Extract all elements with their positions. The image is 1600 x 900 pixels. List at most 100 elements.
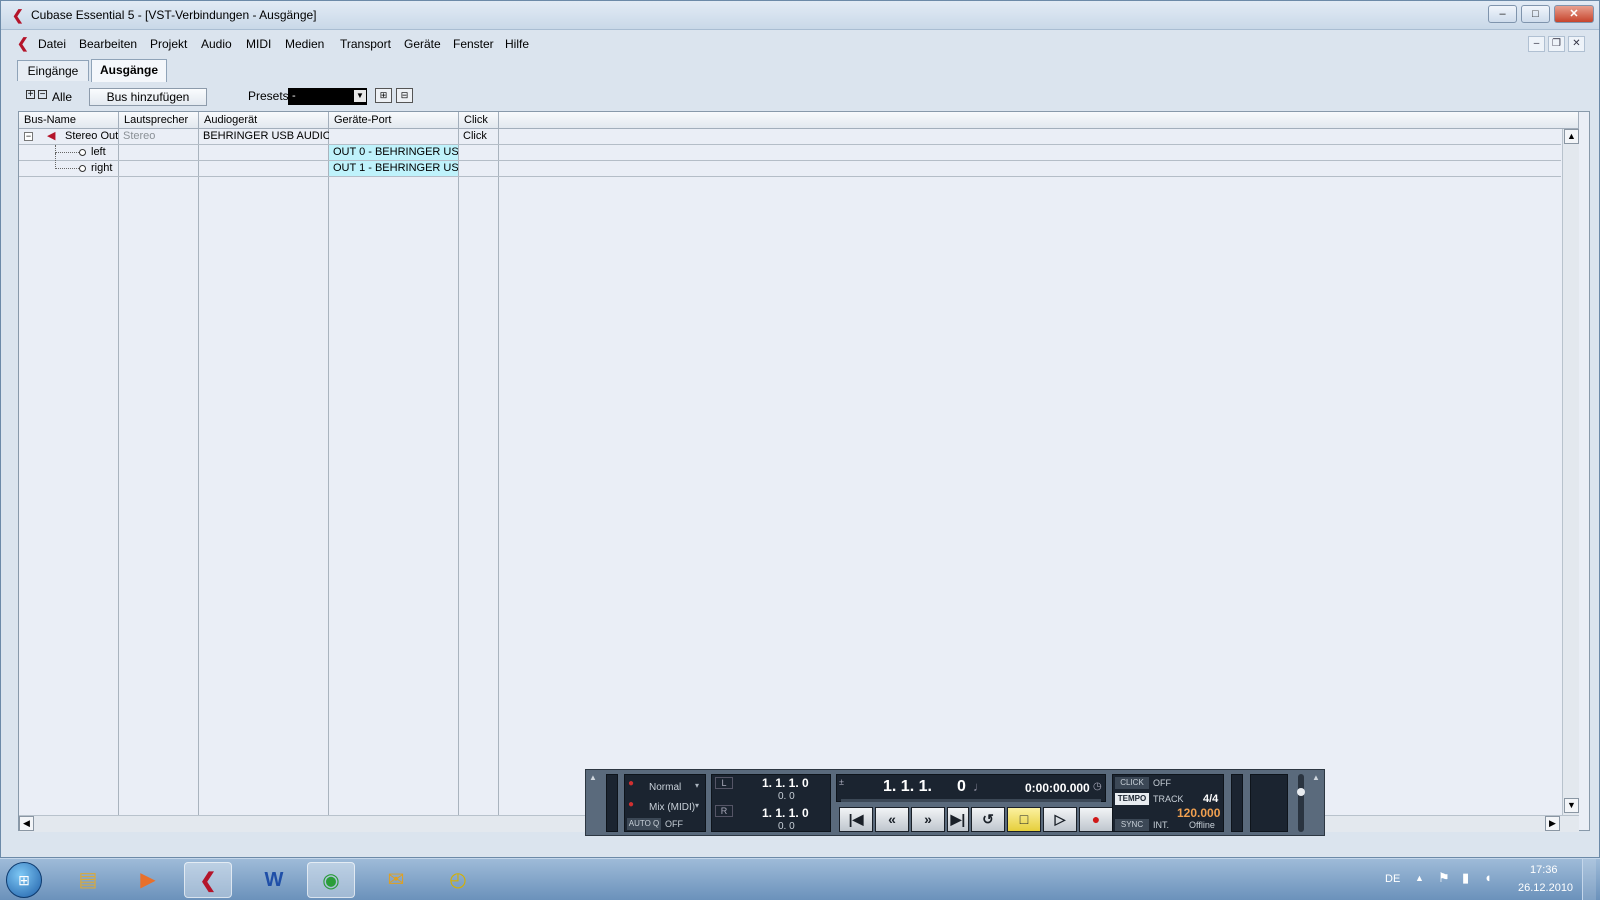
expand-all-icon[interactable]: + bbox=[26, 90, 35, 100]
column-header-bus-name[interactable]: Bus-Name bbox=[19, 112, 119, 129]
volume-icon[interactable]: ◖ bbox=[1484, 870, 1492, 885]
cycle-button[interactable]: ↺ bbox=[971, 807, 1005, 832]
autoq-label[interactable]: AUTO Q bbox=[627, 818, 661, 830]
time-display[interactable]: 0:00:00.000 bbox=[1025, 781, 1090, 795]
column-header-audio-device[interactable]: Audiogerät bbox=[199, 112, 329, 129]
bus-name-cell[interactable]: left bbox=[87, 145, 119, 160]
panel-expand-icon[interactable]: ▲ bbox=[1312, 773, 1320, 782]
chevron-down-icon[interactable]: ▾ bbox=[695, 781, 699, 790]
left-locator-icon[interactable]: L bbox=[715, 777, 733, 789]
tab-eingaenge[interactable]: Eingänge bbox=[17, 60, 89, 81]
column-header-click[interactable]: Click bbox=[459, 112, 499, 129]
table-row-stereo-out[interactable]: − ◀ Stereo Out Stereo BEHRINGER USB AUDI… bbox=[19, 129, 1561, 145]
record-button[interactable]: ● bbox=[1079, 807, 1113, 832]
add-bus-button[interactable]: Bus hinzufügen bbox=[89, 88, 207, 106]
media-player-taskbar-icon[interactable]: ▶ bbox=[124, 862, 172, 898]
menu-medien[interactable]: Medien bbox=[285, 37, 324, 51]
messenger-taskbar-icon[interactable]: ✉ bbox=[372, 862, 420, 898]
start-button[interactable]: ⊞ bbox=[6, 862, 42, 898]
menu-transport[interactable]: Transport bbox=[340, 37, 391, 51]
sync-label[interactable]: SYNC bbox=[1115, 819, 1149, 831]
position-slider[interactable] bbox=[841, 799, 1101, 802]
menu-bearbeiten[interactable]: Bearbeiten bbox=[79, 37, 137, 51]
table-row-left[interactable]: left OUT 0 - BEHRINGER USB bbox=[19, 145, 1561, 161]
tab-ausgaenge[interactable]: Ausgänge bbox=[91, 59, 167, 82]
device-port-cell[interactable]: OUT 1 - BEHRINGER USB bbox=[329, 161, 458, 176]
bus-name-cell[interactable]: right bbox=[87, 161, 119, 176]
menu-hilfe[interactable]: Hilfe bbox=[505, 37, 529, 51]
position-bars[interactable]: 1. 1. 1. bbox=[883, 778, 932, 796]
cycle-mode-value[interactable]: Mix (MIDI) bbox=[649, 802, 695, 813]
cubase-taskbar-icon[interactable]: ❮ bbox=[184, 862, 232, 898]
mdi-minimize-button[interactable]: – bbox=[1528, 36, 1545, 52]
mdi-restore-button[interactable]: ❐ bbox=[1548, 36, 1565, 52]
left-locator-value[interactable]: 1. 1. 1. 0 bbox=[762, 776, 809, 790]
click-cell[interactable]: Click bbox=[459, 129, 499, 144]
position-ticks[interactable]: 0 bbox=[957, 778, 966, 796]
mdi-close-button[interactable]: ✕ bbox=[1568, 36, 1585, 52]
left-locator-sub: 0. 0 bbox=[778, 791, 795, 802]
window-title: Cubase Essential 5 - [VST-Verbindungen -… bbox=[31, 8, 317, 22]
tempo-value[interactable]: 120.000 bbox=[1177, 806, 1220, 820]
fast-forward-button[interactable]: » bbox=[911, 807, 945, 832]
go-to-end-button[interactable]: ▶| bbox=[947, 807, 969, 832]
record-mode-value[interactable]: Normal bbox=[649, 782, 681, 793]
scroll-up-icon[interactable]: ▲ bbox=[1564, 129, 1579, 144]
network-icon[interactable]: ▮ bbox=[1462, 870, 1469, 886]
vertical-scrollbar[interactable]: ▲ ▼ bbox=[1562, 129, 1579, 817]
master-level-slider[interactable] bbox=[1297, 774, 1305, 832]
menu-geraete[interactable]: Geräte bbox=[404, 37, 441, 51]
panel-collapse-icon[interactable]: ▲ bbox=[589, 773, 597, 782]
show-hidden-icons-icon[interactable]: ▲ bbox=[1415, 873, 1424, 883]
right-locator-icon[interactable]: R bbox=[715, 805, 733, 817]
play-button[interactable]: ▷ bbox=[1043, 807, 1077, 832]
scroll-left-icon[interactable]: ◀ bbox=[19, 816, 34, 831]
device-port-cell[interactable]: OUT 0 - BEHRINGER USB bbox=[329, 145, 458, 160]
cubase-menu-icon[interactable]: ❮ bbox=[17, 35, 29, 51]
plus-minus-icon[interactable]: ± bbox=[839, 777, 844, 787]
signature-value[interactable]: 4/4 bbox=[1203, 793, 1218, 805]
bus-name-cell[interactable]: Stereo Out bbox=[63, 129, 119, 144]
stop-button[interactable]: □ bbox=[1007, 807, 1041, 832]
clock-app-taskbar-icon[interactable]: ◴ bbox=[434, 862, 482, 898]
explorer-taskbar-icon[interactable]: ▤ bbox=[64, 862, 112, 898]
go-to-start-button[interactable]: |◀ bbox=[839, 807, 873, 832]
performance-meter bbox=[606, 774, 618, 832]
tempo-label[interactable]: TEMPO bbox=[1115, 793, 1149, 805]
collapse-all-icon[interactable]: − bbox=[38, 90, 47, 100]
word-taskbar-icon[interactable]: W bbox=[250, 862, 298, 898]
menu-midi[interactable]: MIDI bbox=[246, 37, 271, 51]
show-desktop-button[interactable] bbox=[1582, 859, 1596, 900]
menu-datei[interactable]: Datei bbox=[38, 37, 66, 51]
column-header-speaker[interactable]: Lautsprecher bbox=[119, 112, 199, 129]
menu-projekt[interactable]: Projekt bbox=[150, 37, 187, 51]
presets-select[interactable]: - ▼ bbox=[288, 88, 367, 105]
chrome-taskbar-icon[interactable]: ◉ bbox=[307, 862, 355, 898]
audio-device-cell[interactable]: BEHRINGER USB AUDIO bbox=[199, 129, 329, 144]
speaker-cell[interactable]: Stereo bbox=[119, 129, 199, 144]
menu-fenster[interactable]: Fenster bbox=[453, 37, 494, 51]
slider-knob[interactable] bbox=[1297, 788, 1305, 796]
store-preset-icon[interactable]: ⊞ bbox=[375, 88, 392, 103]
menu-audio[interactable]: Audio bbox=[201, 37, 232, 51]
table-row-right[interactable]: right OUT 1 - BEHRINGER USB bbox=[19, 153, 1561, 177]
device-port-cell[interactable] bbox=[329, 129, 459, 144]
scroll-right-icon[interactable]: ▶ bbox=[1545, 816, 1560, 831]
maximize-button[interactable]: □ bbox=[1521, 5, 1550, 23]
click-label[interactable]: CLICK bbox=[1115, 777, 1149, 789]
clock-time[interactable]: 17:36 bbox=[1530, 864, 1558, 876]
scroll-down-icon[interactable]: ▼ bbox=[1564, 798, 1579, 813]
right-locator-value[interactable]: 1. 1. 1. 0 bbox=[762, 806, 809, 820]
column-header-device-port[interactable]: Geräte-Port bbox=[329, 112, 459, 129]
close-button[interactable]: ✕ bbox=[1554, 5, 1594, 23]
collapse-tree-icon[interactable]: − bbox=[24, 132, 33, 141]
remove-preset-icon[interactable]: ⊟ bbox=[396, 88, 413, 103]
title-bar[interactable]: ❮ Cubase Essential 5 - [VST-Verbindungen… bbox=[1, 1, 1599, 30]
rewind-button[interactable]: « bbox=[875, 807, 909, 832]
action-center-flag-icon[interactable]: ⚑ bbox=[1438, 870, 1450, 886]
chevron-down-icon[interactable]: ▾ bbox=[695, 801, 699, 810]
language-indicator[interactable]: DE bbox=[1385, 873, 1400, 885]
clock-date[interactable]: 26.12.2010 bbox=[1518, 882, 1573, 894]
column-divider bbox=[458, 129, 459, 815]
minimize-button[interactable]: – bbox=[1488, 5, 1517, 23]
